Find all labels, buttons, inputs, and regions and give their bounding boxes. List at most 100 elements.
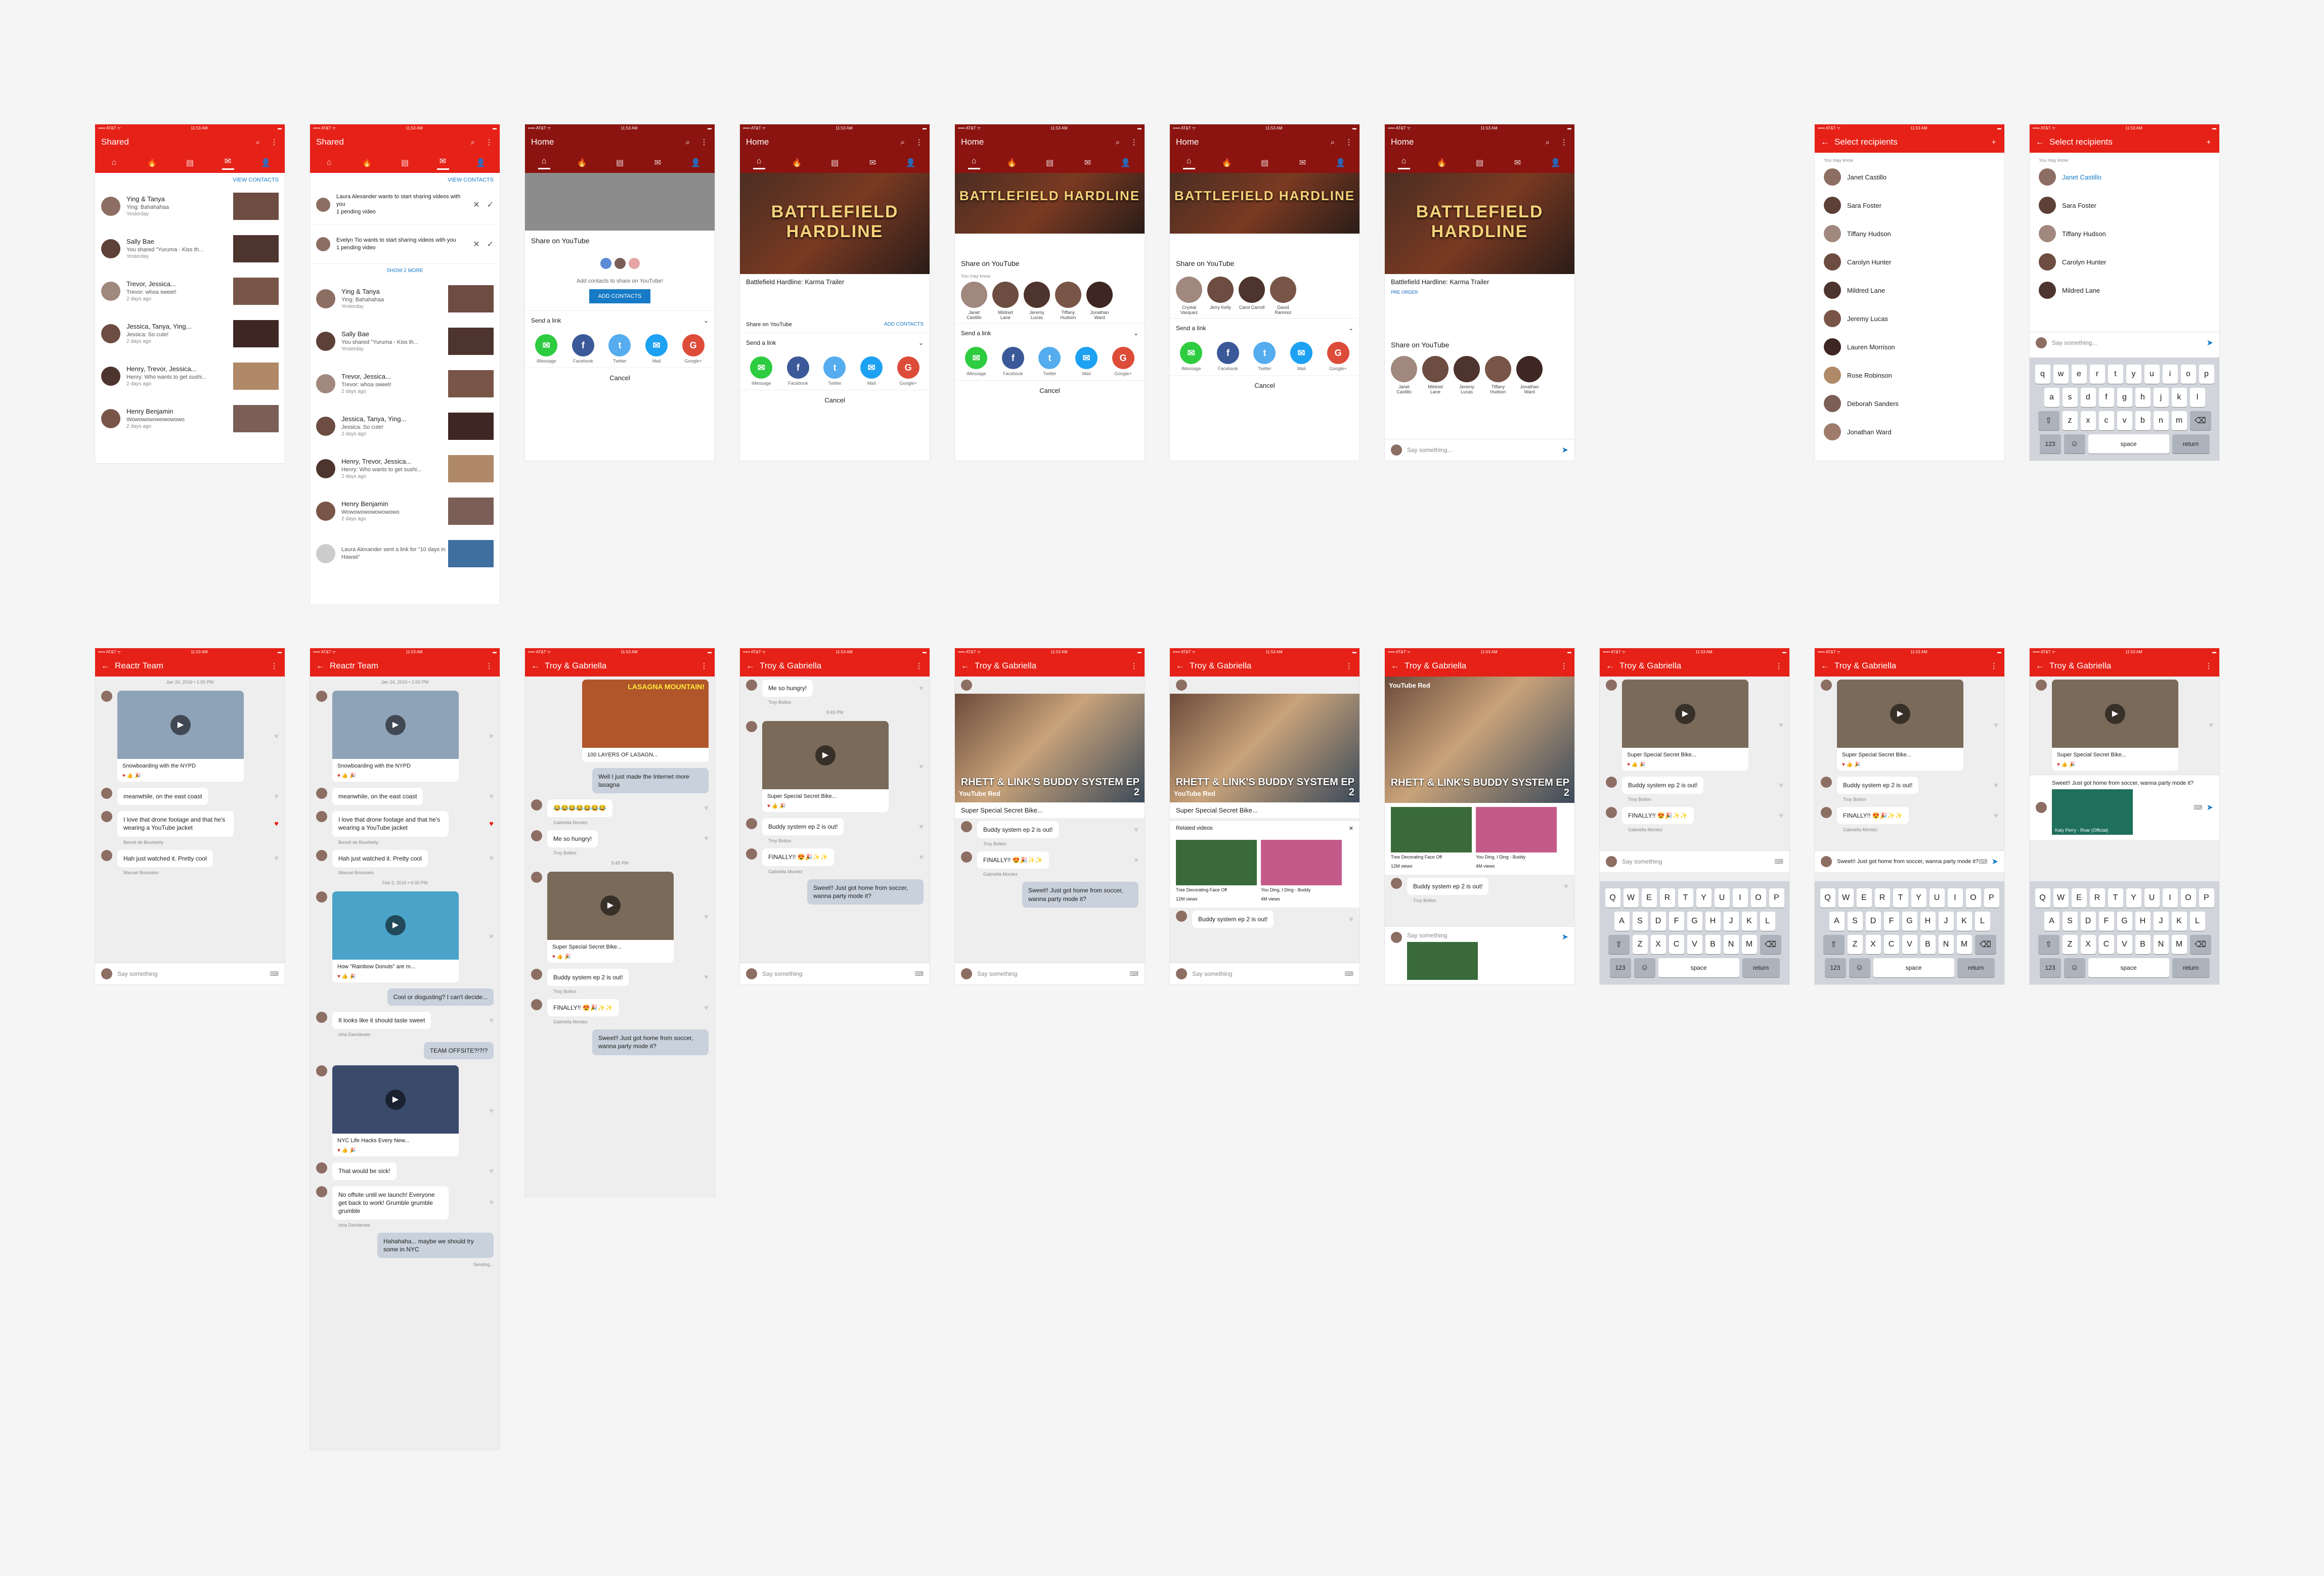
contact-chip[interactable]: Crystal Vasquez (1176, 277, 1202, 315)
heart-icon[interactable]: ♥ (1779, 781, 1783, 790)
back-arrow-icon[interactable]: ← (1176, 661, 1185, 671)
key[interactable]: H (1920, 912, 1936, 931)
attached-video-thumbnail[interactable] (1407, 942, 1478, 980)
video-thumbnail[interactable] (448, 285, 494, 312)
key[interactable]: X (1865, 935, 1881, 954)
video-thumbnail[interactable] (233, 235, 279, 262)
message-bubble[interactable]: Hah just watched it. Pretty cool (332, 849, 428, 867)
say-something-field[interactable]: Say something (762, 970, 915, 977)
list-item[interactable]: Trevor, Jessica... Trevor: whoa sweet! 2 d… (95, 270, 285, 312)
close-icon[interactable]: ✕ (1349, 825, 1353, 832)
recipient-row[interactable]: Jeremy Lucas (1815, 304, 2004, 333)
video-message[interactable]: ▶ Super Special Secret Bike... ♥ 👍 🎉 (1837, 680, 1963, 771)
contact-chip[interactable]: Mildred Lane (992, 282, 1019, 320)
message-bubble[interactable]: Buddy system ep 2 is out! (762, 818, 844, 836)
back-arrow-icon[interactable]: ← (1821, 661, 1829, 671)
key[interactable]: P (2199, 888, 2214, 908)
list-item[interactable]: Laura Alexander sent a link for "10 days… (310, 532, 500, 575)
more-icon[interactable]: ⋮ (485, 661, 494, 670)
back-arrow-icon[interactable]: ← (1391, 661, 1399, 671)
video-thumbnail[interactable] (448, 455, 494, 482)
numbers-key[interactable]: 123 (1824, 958, 1846, 977)
shift-key-icon[interactable]: ⇧ (2038, 411, 2059, 430)
message-bubble[interactable]: Hah just watched it. Pretty cool (117, 849, 213, 867)
key[interactable]: C (2098, 935, 2114, 954)
say-something-field[interactable]: Say something (977, 970, 1130, 977)
key[interactable]: O (1750, 888, 1766, 908)
key[interactable]: V (2117, 935, 2132, 954)
key[interactable]: Q (1820, 888, 1835, 908)
account-tab-icon[interactable]: 👤 (260, 158, 272, 168)
key[interactable]: Z (1632, 935, 1648, 954)
add-icon[interactable]: + (1989, 138, 1998, 147)
key[interactable]: L (2189, 912, 2205, 931)
key[interactable]: G (1687, 912, 1702, 931)
key[interactable]: F (1669, 912, 1684, 931)
say-something-field[interactable]: Say something... (1407, 446, 1562, 454)
home-tab-icon[interactable]: ⌂ (108, 158, 120, 167)
contact-chip[interactable]: Tiffany Hudson (1485, 356, 1511, 394)
heart-icon[interactable]: ♥ (919, 823, 924, 831)
share-twitter-button[interactable]: t Twitter (1249, 342, 1280, 371)
heart-icon[interactable]: ♥ (274, 792, 279, 801)
key[interactable]: U (1929, 888, 1945, 908)
heart-icon[interactable]: ♥ (489, 792, 494, 801)
key[interactable]: T (1678, 888, 1693, 908)
video-thumbnail[interactable] (233, 320, 279, 347)
shift-key-icon[interactable]: ⇧ (2038, 935, 2059, 954)
share-imessage-button[interactable]: ✉ iMessage (1175, 342, 1207, 371)
message-bubble[interactable]: Me so hungry! (547, 830, 598, 847)
back-arrow-icon[interactable]: ← (1821, 137, 1829, 147)
message-bubble[interactable]: Buddy system ep 2 is out! (1407, 878, 1489, 895)
key[interactable]: R (2089, 888, 2105, 908)
shared-tab-icon[interactable]: ✉ (222, 156, 234, 170)
heart-icon[interactable]: ♥ (1134, 856, 1138, 865)
message-bubble[interactable]: Buddy system ep 2 is out! (1192, 911, 1274, 928)
video-thumbnail[interactable] (233, 363, 279, 390)
key[interactable]: O (1965, 888, 1981, 908)
heart-icon[interactable]: ♥ (274, 732, 279, 741)
say-something-field[interactable]: Say something... (2052, 339, 2207, 346)
back-arrow-icon[interactable]: ← (746, 661, 755, 671)
video-thumbnail[interactable] (448, 328, 494, 355)
more-icon[interactable]: ⋮ (914, 138, 924, 147)
key[interactable]: H (1705, 912, 1721, 931)
key[interactable]: I (1947, 888, 1963, 908)
message-draft[interactable]: Sweet!! Just got home from soccer, wanna… (2052, 780, 2194, 786)
message-bubble[interactable]: No offsite until we launch! Everyone get… (332, 1186, 449, 1220)
share-mail-button[interactable]: ✉ Mail (1286, 342, 1317, 371)
share-twitter-button[interactable]: t Twitter (1034, 347, 1065, 376)
more-icon[interactable]: ⋮ (2204, 661, 2213, 670)
recipient-row[interactable]: Sara Foster (1815, 191, 2004, 219)
key[interactable]: n (2153, 411, 2169, 430)
decline-icon[interactable]: ✕ (473, 200, 479, 210)
video-thumbnail[interactable] (233, 193, 279, 220)
list-item[interactable]: Ying & Tanya Ying: Bahahahaa Yesterday (310, 278, 500, 320)
keyboard-icon[interactable]: ⌨ (1775, 858, 1783, 865)
heart-icon[interactable]: ♥ (704, 913, 709, 921)
message-bubble[interactable]: Buddy system ep 2 is out! (547, 968, 629, 986)
video-message[interactable]: ▶ Snowboarding with the NYPD ♥ 👍 🎉 (332, 691, 459, 782)
key[interactable]: T (1893, 888, 1908, 908)
say-something-field[interactable]: Say something (1192, 970, 1345, 977)
shared-tab-icon[interactable]: ✉ (1082, 158, 1094, 168)
backspace-key-icon[interactable]: ⌫ (1760, 935, 1781, 954)
home-tab-icon[interactable]: ⌂ (1397, 157, 1410, 169)
message-input[interactable]: Say something... ➤ (2030, 332, 2219, 353)
key[interactable]: j (2153, 388, 2169, 407)
shared-tab-icon[interactable]: ✉ (867, 158, 879, 168)
emoji-key-icon[interactable]: ☺ (2064, 958, 2085, 977)
key[interactable]: M (1956, 935, 1972, 954)
contact-chip[interactable]: David Ramirez (1270, 277, 1296, 315)
list-item[interactable]: Trevor, Jessica... Trevor: whoa sweet! 2 d… (310, 363, 500, 405)
heart-icon[interactable]: ♥ (704, 973, 709, 981)
message-input[interactable]: Say something ⌨ (95, 963, 285, 984)
message-bubble[interactable]: FINALLY!! 😍🎉✨✨ (1837, 807, 1909, 825)
message-bubble[interactable]: meanwhile, on the east coast (117, 788, 208, 805)
more-icon[interactable]: ⋮ (699, 138, 709, 147)
key[interactable]: K (1956, 912, 1972, 931)
message-bubble[interactable]: FINALLY!! 😍🎉✨✨ (1622, 807, 1694, 825)
heart-icon[interactable]: ♥ (704, 834, 709, 843)
recipient-row[interactable]: Deborah Sanders (1815, 389, 2004, 418)
trending-tab-icon[interactable]: 🔥 (146, 158, 158, 168)
